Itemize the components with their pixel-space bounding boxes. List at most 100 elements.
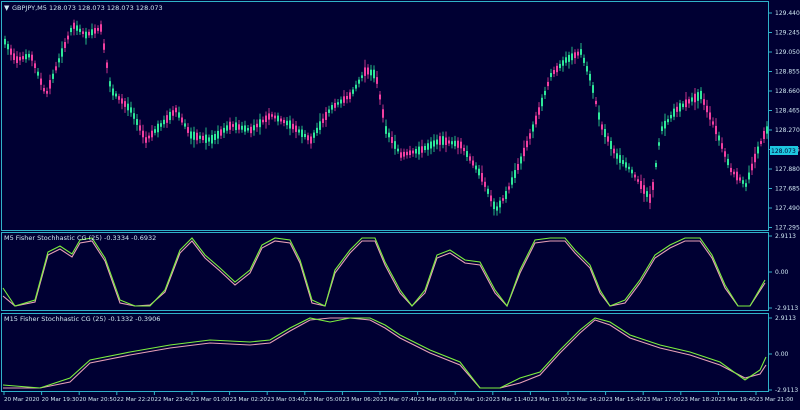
candle-body	[178, 112, 180, 118]
candle-body	[565, 57, 567, 63]
main-price-panel[interactable]	[1, 1, 769, 231]
candle-body	[493, 201, 495, 210]
candle-body	[25, 54, 27, 60]
candle-body	[304, 133, 306, 138]
candle-body	[760, 141, 762, 144]
candle-body	[754, 153, 756, 163]
candle-body	[631, 169, 633, 174]
candle-body	[283, 119, 285, 124]
candle-body	[415, 149, 417, 154]
candle-body	[4, 38, 6, 45]
candle-body	[358, 79, 360, 84]
candle-body	[244, 125, 246, 132]
candle-body	[457, 140, 459, 148]
time-tick-label: 23 Mar 05:00	[305, 397, 343, 403]
time-tick-label: 23 Mar 13:00	[530, 397, 568, 403]
candle-body	[535, 115, 537, 125]
candle-body	[718, 135, 720, 141]
candle-body	[556, 65, 558, 73]
candle-body	[319, 121, 321, 130]
main-chart-header: GBPJPY,M5 128.073 128.073 128.073 128.07…	[12, 4, 163, 12]
candle-body	[712, 121, 714, 125]
candle-body	[157, 123, 159, 133]
candle-body	[256, 123, 258, 128]
candle-body	[463, 147, 465, 152]
candle-body	[193, 131, 195, 140]
indicator2-axis-ticks: 2.9113 0.00 -2.9113	[768, 315, 798, 394]
candle-body	[340, 99, 342, 104]
candle-body	[34, 63, 36, 68]
candle-body	[127, 103, 129, 111]
candle-body	[265, 115, 267, 122]
candle-body	[466, 151, 468, 157]
candle-body	[559, 63, 561, 69]
candle-body	[508, 186, 510, 190]
time-tick-label: 23 Mar 01:00	[192, 397, 230, 403]
candle-body	[367, 67, 369, 75]
indicator2-lines	[2, 317, 767, 389]
indicator-tick-label: 0.00	[775, 269, 789, 276]
candle-body	[250, 126, 252, 134]
candle-body	[313, 132, 315, 138]
candle-body	[238, 124, 240, 130]
candle-body	[517, 163, 519, 171]
indicator1-panel[interactable]	[1, 232, 769, 311]
candle-body	[10, 48, 12, 55]
candle-body	[19, 56, 21, 61]
symbol-dropdown-icon[interactable]: ▼	[4, 4, 10, 12]
candle-body	[442, 136, 444, 145]
candle-body	[547, 81, 549, 87]
candle-body	[31, 54, 33, 61]
candle-body	[352, 89, 354, 94]
candle-body	[439, 136, 441, 145]
candle-body	[370, 69, 372, 76]
candle-body	[409, 150, 411, 156]
candle-body	[364, 67, 366, 76]
candle-body	[22, 56, 24, 60]
chart-window[interactable]: 129.440 129.245 129.050 128.855 128.660 128.4…	[0, 0, 800, 406]
candle-body	[637, 179, 639, 182]
candle-body	[445, 137, 447, 145]
candle-body	[361, 75, 363, 78]
time-tick-label: 23 Mar 14:20	[568, 397, 606, 403]
candle-body	[424, 146, 426, 150]
candle-body	[397, 148, 399, 152]
candle-body	[574, 52, 576, 59]
price-tick-label: 129.245	[775, 30, 800, 37]
candle-body	[58, 58, 60, 63]
candle-body	[670, 114, 672, 119]
candle-body	[259, 119, 261, 128]
candle-body	[277, 115, 279, 122]
time-tick-label: 20 Mar 19:30	[42, 397, 80, 403]
indicator1-axis-ticks: 2.9113 0.00 -2.9113	[768, 233, 798, 312]
candle-body	[682, 103, 684, 108]
candle-body	[448, 140, 450, 144]
candle-body	[379, 94, 381, 100]
candle-body	[289, 120, 291, 129]
candle-body	[490, 195, 492, 202]
candle-body	[742, 180, 744, 184]
candle-body	[211, 134, 213, 144]
price-tick-label: 128.465	[775, 108, 800, 115]
time-tick-label: 23 Mar 02:20	[230, 397, 268, 403]
candle-body	[691, 97, 693, 102]
candle-body	[310, 136, 312, 144]
candle-body	[274, 115, 276, 119]
candle-body	[487, 188, 489, 194]
candle-body	[514, 170, 516, 178]
candle-body	[418, 146, 420, 155]
candle-body	[220, 129, 222, 136]
candle-body	[67, 35, 69, 40]
candle-body	[280, 118, 282, 122]
candle-body	[55, 66, 57, 71]
price-scale[interactable]	[769, 1, 799, 391]
candle-body	[142, 130, 144, 138]
chart-canvas[interactable]: 129.440 129.245 129.050 128.855 128.660 128.4…	[0, 0, 800, 406]
candle-body	[622, 160, 624, 164]
candle-body	[613, 148, 615, 154]
candle-body	[481, 173, 483, 182]
indicator2-signal-line	[3, 317, 767, 389]
candle-body	[736, 171, 738, 181]
candle-body	[253, 125, 255, 131]
indicator2-label: M15 Fisher Stochhastic CG (25) -0.1332 -…	[4, 315, 160, 323]
